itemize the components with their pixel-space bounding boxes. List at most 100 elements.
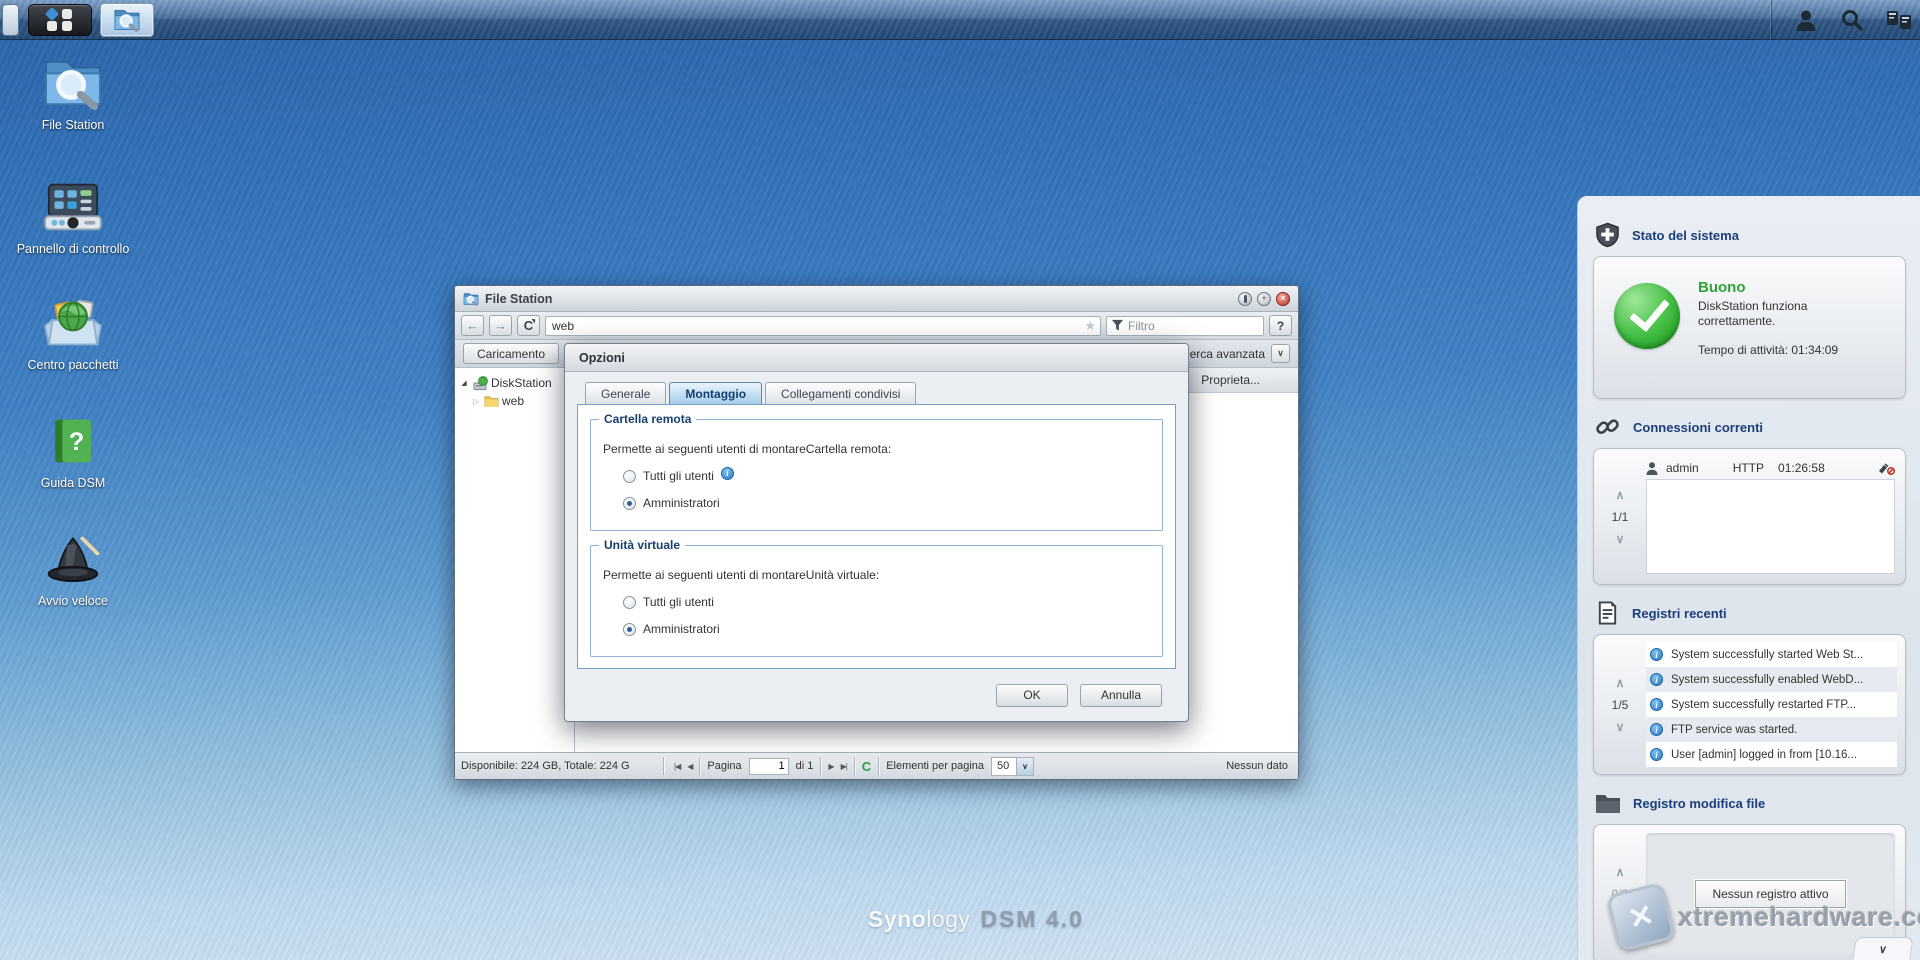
desktop-icon-dsm-help[interactable]: ? Guida DSM [14, 410, 132, 491]
desktop-icon-control-panel[interactable]: Pannello di controllo [14, 176, 132, 257]
filter-funnel-icon [1111, 319, 1124, 332]
first-page-button[interactable]: |◀ [674, 762, 681, 771]
log-entry: i System successfully enabled WebD... [1646, 667, 1897, 692]
items-per-page-select[interactable]: 50 ∨ [991, 756, 1035, 776]
option-all-users[interactable]: Tutti gli utenti i [623, 466, 1152, 483]
desktop-icon-label: File Station [41, 118, 105, 132]
per-page-value: 50 [997, 760, 1010, 772]
advanced-search-collapse-button[interactable]: ∨ [1271, 344, 1290, 363]
minimize-icon [1243, 294, 1247, 303]
forward-button[interactable]: → [489, 315, 512, 336]
radio-unchecked[interactable] [623, 595, 636, 609]
list-refresh-button[interactable]: C [862, 759, 871, 774]
prev-page-button[interactable]: ◀ [687, 762, 693, 771]
close-button[interactable]: × [1276, 291, 1290, 306]
cancel-button[interactable]: Annulla [1080, 683, 1162, 707]
pilot-view-icon[interactable] [1886, 9, 1912, 31]
help-button[interactable]: ? [1269, 315, 1292, 336]
document-icon [1595, 600, 1620, 626]
desktop-icon-file-station[interactable]: File Station [14, 52, 132, 133]
connection-user: admin [1666, 461, 1699, 475]
file-station-icon [463, 292, 479, 306]
tab-generale[interactable]: Generale [585, 382, 667, 404]
tab-montaggio[interactable]: Montaggio [669, 382, 763, 404]
back-button[interactable]: ← [461, 315, 484, 336]
option-all-users[interactable]: Tutti gli utenti [623, 595, 1152, 609]
properties-button[interactable]: Proprieta... [1201, 373, 1260, 387]
info-icon[interactable]: i [720, 466, 734, 480]
tree-node-label: DiskStation [491, 376, 552, 390]
bookmark-star-icon[interactable]: ★ [1084, 318, 1096, 334]
section-title: Registro modifica file [1633, 795, 1766, 811]
tree-node-diskstation[interactable]: ◢ DiskStation [459, 374, 570, 392]
desktop-icon-package-center[interactable]: Centro pacchetti [14, 292, 132, 373]
tree-expanded-icon[interactable]: ◢ [459, 379, 469, 387]
pager-position: 1/1 [1611, 509, 1629, 524]
tab-collegamenti-condivisi[interactable]: Collegamenti condivisi [765, 382, 917, 404]
user-icon[interactable] [1794, 8, 1818, 32]
upload-button[interactable]: Caricamento [463, 343, 560, 364]
section-title: Stato del sistema [1632, 227, 1739, 243]
control-panel-icon [14, 176, 132, 238]
option-label: Tutti gli utenti [643, 595, 714, 609]
pager-down-button[interactable]: ∨ [1616, 533, 1625, 545]
filter-box[interactable] [1106, 315, 1264, 336]
xtremehardware-badge-icon: ✕ [1605, 881, 1677, 953]
pager-up-button[interactable]: ∧ [1616, 677, 1625, 689]
option-administrators[interactable]: Amministratori [623, 496, 1152, 510]
watermark-text: xtremehardware.com [1678, 901, 1920, 932]
option-administrators[interactable]: Amministratori [623, 622, 1152, 636]
filter-input[interactable] [1128, 318, 1238, 333]
ok-button[interactable]: OK [996, 683, 1068, 707]
xtremehardware-watermark: ✕ xtremehardware.com [1605, 881, 1920, 953]
quick-start-icon [14, 528, 132, 590]
uptime-label: Tempo di attività: 01:34:09 [1698, 343, 1839, 357]
log-text: System successfully restarted FTP... [1671, 698, 1857, 711]
health-ok-icon [1614, 283, 1680, 349]
info-icon: i [1650, 698, 1663, 711]
desktop-icon-label: Centro pacchetti [27, 358, 119, 372]
log-text: System successfully started Web St... [1671, 648, 1864, 661]
desktop-icon-label: Avvio veloce [38, 594, 108, 608]
radio-unchecked[interactable] [623, 469, 636, 483]
radio-checked[interactable] [623, 496, 636, 510]
desktop-icon-quick-start[interactable]: Avvio veloce [14, 528, 132, 609]
show-desktop-button[interactable] [2, 4, 19, 36]
widget-sidebar: Stato del sistema Buono DiskStation funz… [1577, 196, 1920, 960]
health-status: Buono [1698, 279, 1746, 296]
dialog-footer: OK Annulla [565, 669, 1188, 721]
chain-link-icon [1595, 414, 1621, 440]
info-icon: i [1650, 648, 1663, 661]
last-page-button[interactable]: ▶| [841, 762, 848, 771]
folder-icon [484, 395, 499, 407]
recent-logs-card: ∧ 1/5 ∨ i System successfully started We… [1593, 634, 1906, 775]
brand-text: Syno [868, 906, 927, 932]
connection-duration: 01:26:58 [1778, 461, 1825, 475]
option-label: Tutti gli utenti [643, 469, 714, 483]
window-title: File Station [485, 291, 553, 306]
page-input[interactable] [748, 757, 789, 775]
next-page-button[interactable]: ▶ [828, 762, 834, 771]
pager-down-button[interactable]: ∨ [1616, 721, 1625, 733]
option-label: Amministratori [643, 496, 720, 510]
tree-node-web[interactable]: ▷ web [459, 392, 570, 410]
search-icon[interactable] [1840, 8, 1864, 32]
section-title: Registri recenti [1632, 605, 1727, 621]
dialog-titlebar[interactable]: Opzioni [565, 344, 1188, 372]
minimize-button[interactable] [1238, 291, 1252, 306]
main-menu-button[interactable] [28, 4, 92, 36]
select-arrow-icon: ∨ [1016, 757, 1034, 775]
advanced-search: erca avanzata ∨ [1190, 344, 1290, 363]
radio-checked[interactable] [623, 622, 636, 636]
taskbar-file-station-button[interactable] [100, 3, 154, 37]
path-bar[interactable]: web ★ [545, 315, 1101, 336]
window-titlebar[interactable]: File Station + × [455, 286, 1298, 312]
maximize-button[interactable]: + [1257, 291, 1271, 306]
mount-tab-panel: Cartella remota Permette ai seguenti ute… [577, 404, 1176, 669]
refresh-button[interactable]: C [517, 315, 540, 336]
disconnect-icon[interactable] [1878, 461, 1895, 475]
connection-protocol: HTTP [1732, 461, 1765, 475]
pager-up-button[interactable]: ∧ [1616, 489, 1625, 501]
tree-collapsed-icon[interactable]: ▷ [471, 397, 481, 406]
pager-up-button[interactable]: ∧ [1616, 866, 1625, 878]
